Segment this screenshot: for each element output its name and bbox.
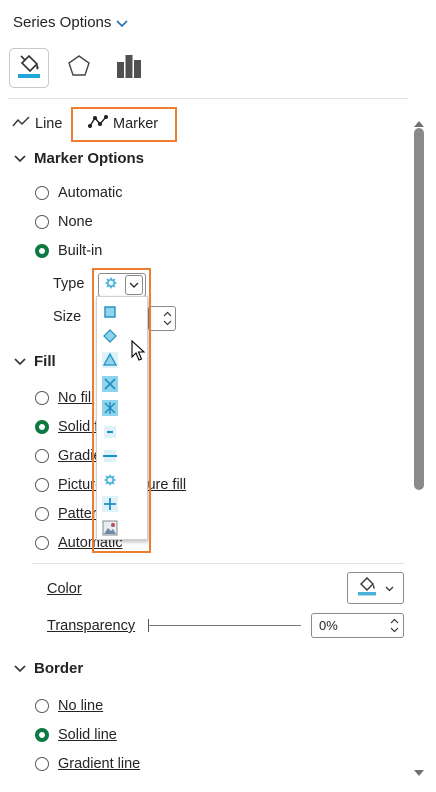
radio-label: None bbox=[58, 214, 93, 230]
radio-marker-automatic[interactable]: Automatic bbox=[35, 185, 122, 201]
type-label: Type bbox=[53, 276, 85, 292]
radio-circle bbox=[35, 507, 49, 521]
tab-divider bbox=[8, 98, 408, 99]
mouse-cursor-icon bbox=[131, 339, 146, 366]
radio-label: Solid line bbox=[58, 727, 117, 743]
section-title: Border bbox=[34, 660, 84, 677]
radio-circle-selected bbox=[35, 244, 49, 258]
pane-title[interactable]: Series Options bbox=[13, 14, 111, 31]
radio-circle bbox=[35, 536, 49, 550]
radio-label: Automatic bbox=[58, 185, 123, 201]
color-label: Color bbox=[47, 581, 82, 597]
subtab-line[interactable]: Line bbox=[12, 113, 62, 135]
radio-circle-selected bbox=[35, 420, 49, 434]
section-title: Marker Options bbox=[34, 150, 145, 167]
chevron-down-icon[interactable] bbox=[116, 17, 128, 33]
radio-label: Built-in bbox=[58, 243, 103, 259]
line-icon bbox=[12, 116, 30, 132]
fill-color-picker[interactable] bbox=[347, 572, 404, 604]
spinner-arrows-icon[interactable] bbox=[163, 311, 172, 326]
radio-label: No fill bbox=[58, 390, 95, 406]
size-label: Size bbox=[53, 309, 82, 325]
pentagon-icon bbox=[65, 52, 93, 84]
tab-effects[interactable] bbox=[59, 48, 99, 88]
tab-series-options[interactable] bbox=[109, 48, 149, 88]
radio-circle-selected bbox=[35, 728, 49, 742]
marker-line-icon bbox=[88, 115, 108, 133]
radio-circle bbox=[35, 757, 49, 771]
scrollbar-thumb[interactable] bbox=[414, 128, 424, 490]
radio-circle bbox=[35, 478, 49, 492]
chevron-down-icon bbox=[14, 150, 26, 167]
radio-solid-line[interactable]: Solid line bbox=[35, 727, 117, 743]
radio-circle bbox=[35, 391, 49, 405]
transparency-spinner[interactable]: 0% bbox=[311, 613, 404, 638]
bar-chart-icon bbox=[114, 51, 144, 85]
radio-circle bbox=[35, 215, 49, 229]
spinner-arrows-icon[interactable] bbox=[390, 618, 399, 633]
tab-fill-line[interactable] bbox=[9, 48, 49, 88]
transparency-slider-track[interactable] bbox=[148, 625, 301, 626]
scroll-down-arrow-icon[interactable] bbox=[413, 765, 425, 781]
chevron-down-icon bbox=[14, 353, 26, 370]
paint-bucket-icon bbox=[14, 51, 44, 85]
chevron-down-icon bbox=[385, 580, 394, 596]
subtab-marker-label: Marker bbox=[113, 116, 159, 132]
paint-bucket-icon bbox=[357, 575, 377, 601]
radio-circle bbox=[35, 699, 49, 713]
chevron-down-icon bbox=[14, 660, 26, 677]
radio-label: Gradient line bbox=[58, 756, 141, 772]
section-title: Fill bbox=[34, 353, 56, 370]
subtab-line-label: Line bbox=[35, 116, 63, 132]
radio-circle bbox=[35, 449, 49, 463]
radio-marker-builtin[interactable]: Built-in bbox=[35, 243, 102, 259]
subtab-marker[interactable]: Marker bbox=[88, 113, 158, 135]
radio-label: No line bbox=[58, 698, 104, 714]
radio-no-line[interactable]: No line bbox=[35, 698, 103, 714]
radio-marker-none[interactable]: None bbox=[35, 214, 93, 230]
dropdown-highlight bbox=[92, 268, 151, 553]
radio-no-fill[interactable]: No fill bbox=[35, 390, 94, 406]
radio-gradient-line[interactable]: Gradient line bbox=[35, 756, 140, 772]
divider bbox=[32, 563, 404, 564]
fill-section-header[interactable]: Fill bbox=[14, 353, 56, 370]
marker-size-spinner[interactable] bbox=[148, 306, 176, 331]
transparency-label: Transparency bbox=[47, 618, 136, 634]
radio-circle bbox=[35, 186, 49, 200]
transparency-value[interactable]: 0% bbox=[319, 618, 338, 633]
marker-options-header[interactable]: Marker Options bbox=[14, 150, 144, 167]
border-section-header[interactable]: Border bbox=[14, 660, 83, 677]
